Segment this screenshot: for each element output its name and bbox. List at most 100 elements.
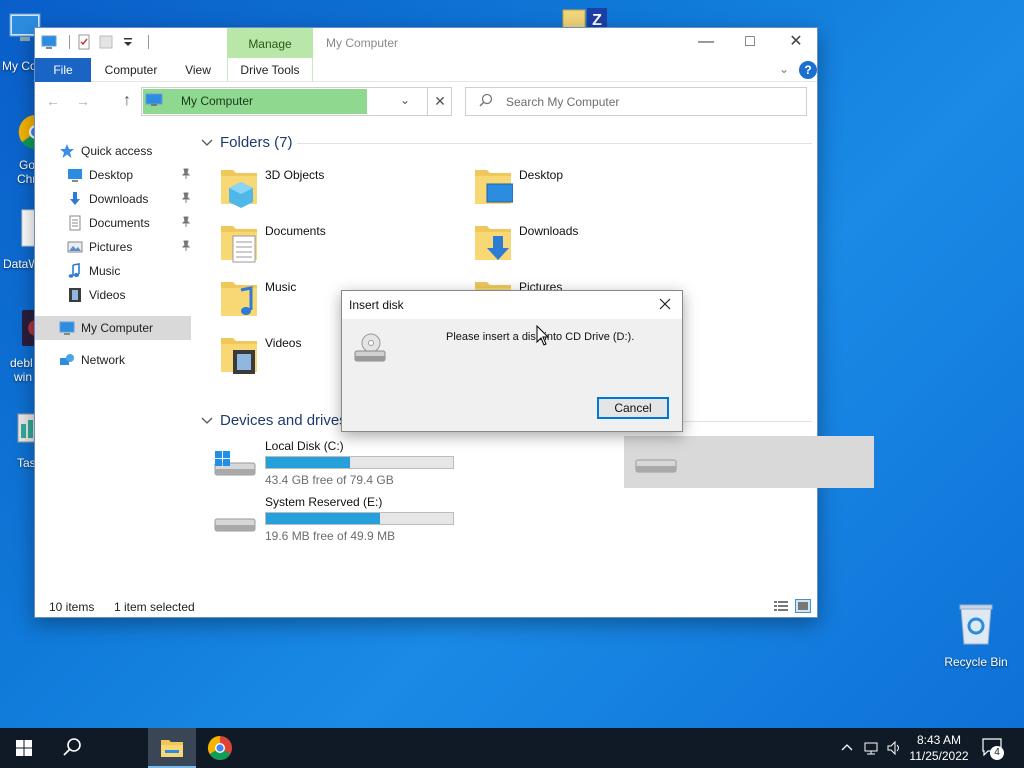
sidebar-item-network[interactable]: Network — [35, 348, 191, 372]
sidebar-item-videos[interactable]: Videos — [35, 283, 191, 307]
maximize-button[interactable]: □ — [727, 28, 773, 58]
group-divider — [297, 143, 812, 144]
sidebar-item-music[interactable]: Music — [35, 259, 191, 283]
chevron-up-icon[interactable] — [839, 740, 855, 756]
tab-view[interactable]: View — [175, 58, 221, 82]
search-box[interactable]: Search My Computer — [465, 87, 807, 116]
recycle-bin-icon — [959, 604, 993, 645]
desktop-icon — [68, 169, 82, 182]
help-icon[interactable]: ? — [799, 61, 817, 79]
folder-name: Music — [265, 280, 297, 294]
dialog-title: Insert disk — [349, 298, 404, 312]
clock-date: 11/25/2022 — [909, 749, 969, 763]
computer-icon — [59, 321, 75, 335]
drive-usage-fill — [266, 513, 381, 524]
start-button[interactable] — [0, 728, 48, 768]
drive-usage-bar — [265, 512, 454, 525]
computer-icon[interactable] — [41, 34, 57, 50]
clock-time: 8:43 AM — [916, 733, 962, 747]
chevron-down-icon[interactable]: ⌄ — [400, 93, 410, 107]
expand-ribbon-icon[interactable]: ⌄ — [779, 62, 789, 76]
new-folder-icon[interactable] — [98, 34, 114, 50]
insert-disk-dialog: Insert disk Please insert a disk into CD… — [341, 290, 683, 432]
sidebar-item-label: Videos — [89, 288, 126, 302]
drive-system-reserved-e[interactable]: System Reserved (E:) 19.6 MB free of 49.… — [197, 495, 454, 547]
toolbar-divider — [69, 35, 70, 49]
close-icon[interactable] — [656, 295, 674, 313]
title-bar[interactable]: Manage My Computer — □ ✕ — [35, 28, 817, 58]
pin-icon[interactable] — [181, 240, 191, 252]
properties-icon[interactable] — [76, 34, 92, 50]
folder-3d-objects[interactable]: 3D Objects — [197, 164, 447, 214]
address-bar[interactable]: My Computer ⌄ ✕ — [141, 87, 452, 116]
forward-arrow-icon[interactable]: → — [73, 91, 93, 111]
devices-group-header[interactable]: Devices and drives — [201, 412, 347, 429]
folder-documents[interactable]: Documents — [197, 220, 447, 270]
drive-name: System Reserved (E:) — [265, 495, 383, 509]
sidebar-item-desktop[interactable]: Desktop — [35, 163, 191, 187]
sidebar-item-my-computer[interactable]: My Computer — [35, 316, 191, 340]
sidebar-item-downloads[interactable]: Downloads — [35, 187, 191, 211]
taskbar: 8:43 AM 11/25/2022 4 — [0, 728, 1024, 768]
minimize-button[interactable]: — — [683, 28, 729, 58]
pin-icon[interactable] — [181, 192, 191, 204]
search-input[interactable]: Search My Computer — [506, 95, 619, 109]
navigation-bar: ← → ↑ My Computer ⌄ ✕ Search My Computer — [35, 82, 817, 122]
folder-name: 3D Objects — [265, 168, 325, 182]
sidebar-item-quick-access[interactable]: Quick access — [35, 139, 191, 163]
cd-drive-icon — [635, 459, 677, 473]
music-note-icon — [68, 263, 80, 278]
file-explorer-icon — [161, 740, 183, 757]
group-title: Folders (7) — [220, 134, 293, 151]
folder-downloads-icon — [475, 226, 511, 260]
chevron-down-icon — [201, 417, 213, 424]
sidebar-item-documents[interactable]: Documents — [35, 211, 191, 235]
pin-icon[interactable] — [181, 216, 191, 228]
action-center-button[interactable]: 4 — [982, 738, 1006, 760]
folder-desktop[interactable]: Desktop — [451, 164, 701, 214]
folder-3d-objects-icon — [221, 170, 257, 208]
drive-usage-fill — [266, 457, 351, 468]
windows-logo-icon — [16, 740, 32, 756]
tab-file[interactable]: File — [35, 58, 91, 82]
close-button[interactable]: ✕ — [773, 28, 819, 58]
picture-icon — [67, 241, 83, 253]
details-view-icon[interactable] — [773, 599, 789, 613]
cd-drive-icon — [354, 333, 386, 362]
sidebar-item-label: My Computer — [81, 321, 154, 335]
tab-computer[interactable]: Computer — [95, 58, 167, 82]
taskbar-file-explorer[interactable] — [148, 728, 196, 768]
folders-group-header[interactable]: Folders (7) — [201, 134, 293, 151]
search-icon — [63, 738, 81, 756]
speaker-icon[interactable] — [886, 740, 902, 756]
folder-downloads[interactable]: Downloads — [451, 220, 701, 270]
taskbar-chrome[interactable] — [196, 728, 244, 768]
large-icons-view-icon[interactable] — [795, 599, 811, 613]
notification-count-badge: 4 — [990, 746, 1004, 760]
address-input[interactable]: My Computer — [143, 89, 367, 114]
desktop-icon-recycle-bin[interactable]: Recycle Bin — [938, 600, 1014, 669]
network-icon[interactable] — [863, 740, 879, 756]
pin-icon[interactable] — [181, 168, 191, 180]
cancel-button[interactable]: Cancel — [597, 397, 669, 419]
tab-drive-tools[interactable]: Drive Tools — [227, 58, 313, 82]
folder-documents-icon — [221, 226, 257, 263]
folder-name: Documents — [265, 224, 326, 238]
tab-manage[interactable]: Manage — [227, 28, 313, 58]
desktop-icon-label: Go — [19, 158, 36, 172]
clear-address-icon[interactable]: ✕ — [427, 88, 452, 115]
sidebar-item-pictures[interactable]: Pictures — [35, 235, 191, 259]
dialog-title-bar[interactable]: Insert disk — [342, 291, 682, 319]
network-icon — [60, 354, 74, 365]
film-icon — [69, 288, 81, 302]
up-arrow-icon[interactable]: ↑ — [117, 91, 137, 111]
back-arrow-icon[interactable]: ← — [43, 91, 63, 111]
drive-cd-d[interactable] — [624, 436, 874, 488]
drive-local-disk-c[interactable]: Local Disk (C:) 43.4 GB free of 79.4 GB — [197, 439, 454, 491]
taskbar-search-button[interactable] — [48, 728, 96, 768]
sidebar-item-label: Desktop — [89, 168, 134, 182]
download-arrow-icon — [70, 192, 80, 205]
system-clock[interactable]: 8:43 AM 11/25/2022 — [906, 732, 972, 764]
customize-toolbar-icon[interactable] — [120, 34, 136, 50]
drive-free-space: 43.4 GB free of 79.4 GB — [265, 473, 394, 487]
